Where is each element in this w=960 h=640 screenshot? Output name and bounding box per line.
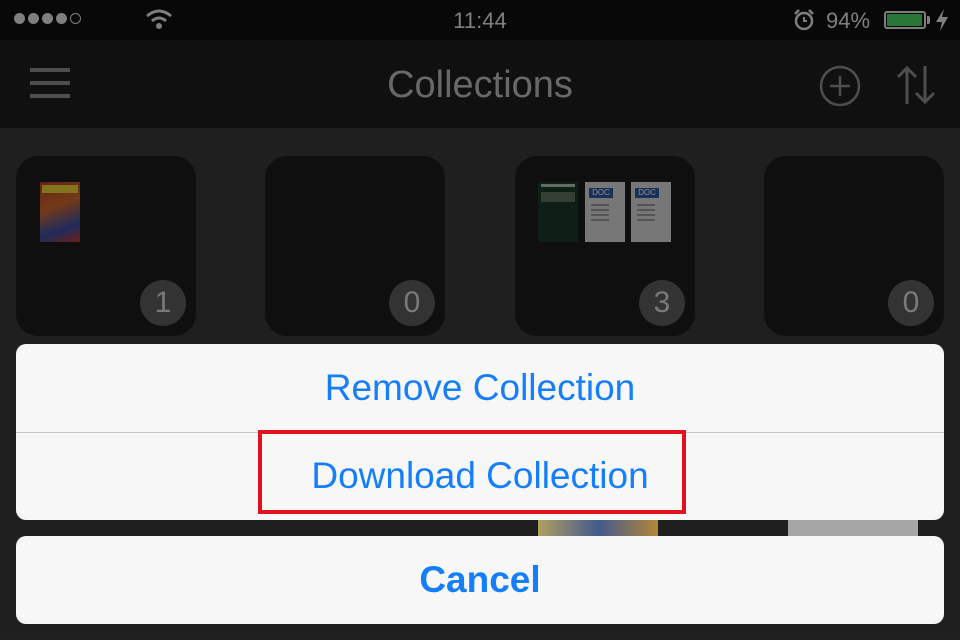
cancel-button[interactable]: Cancel — [16, 536, 944, 624]
highlight-box — [258, 430, 686, 514]
remove-collection-button[interactable]: Remove Collection — [16, 344, 944, 432]
